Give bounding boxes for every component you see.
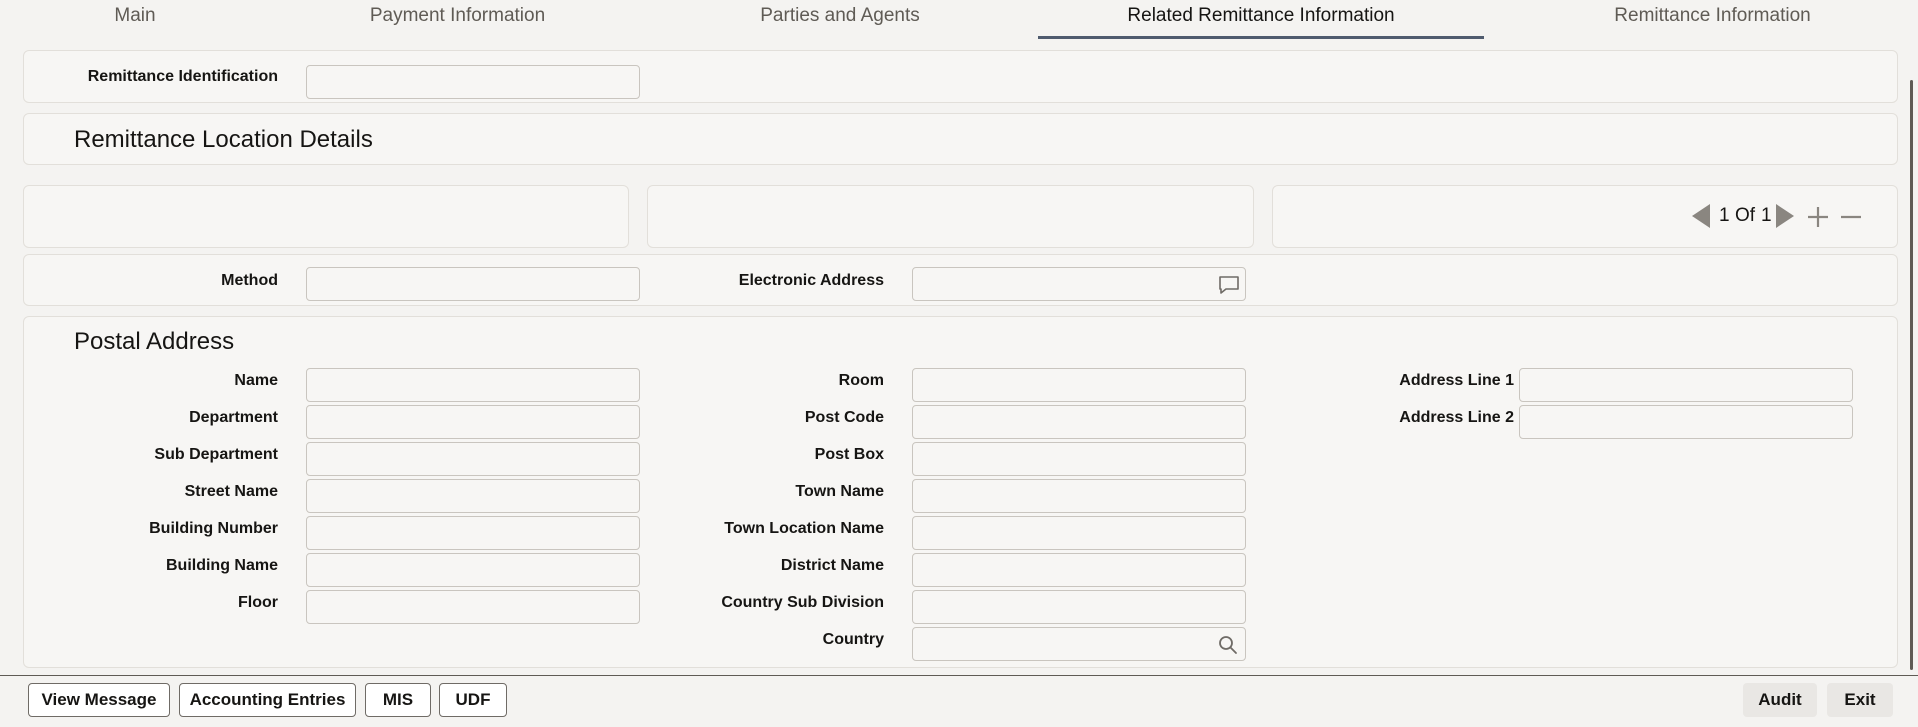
district-name-label: District Name bbox=[780, 557, 884, 574]
building-name-input[interactable] bbox=[306, 553, 640, 587]
location-subpanel-1 bbox=[23, 185, 629, 248]
address-line-1-input[interactable] bbox=[1519, 368, 1853, 402]
triangle-right-icon[interactable] bbox=[1774, 203, 1796, 229]
tab-payment-information[interactable]: Payment Information bbox=[340, 0, 575, 36]
address-line-2-input[interactable] bbox=[1519, 405, 1853, 439]
country-sub-division-label: Country Sub Division bbox=[721, 594, 884, 611]
building-number-input[interactable] bbox=[306, 516, 640, 550]
tab-parties-and-agents[interactable]: Parties and Agents bbox=[730, 0, 950, 36]
department-label: Department bbox=[189, 409, 278, 426]
exit-button[interactable]: Exit bbox=[1827, 683, 1893, 717]
town-name-input[interactable] bbox=[912, 479, 1246, 513]
town-name-label: Town Name bbox=[795, 483, 884, 500]
post-box-input[interactable] bbox=[912, 442, 1246, 476]
vertical-scrollbar[interactable] bbox=[1910, 80, 1913, 670]
view-message-button[interactable]: View Message bbox=[28, 683, 170, 717]
plus-icon[interactable] bbox=[1806, 205, 1830, 229]
remittance-identification-input[interactable] bbox=[306, 65, 640, 99]
chat-bubble-icon[interactable] bbox=[1218, 275, 1240, 295]
mis-button[interactable]: MIS bbox=[365, 683, 431, 717]
post-box-label: Post Box bbox=[814, 446, 884, 463]
floor-label: Floor bbox=[238, 594, 278, 611]
name-input[interactable] bbox=[306, 368, 640, 402]
room-input[interactable] bbox=[912, 368, 1246, 402]
minus-icon[interactable] bbox=[1839, 205, 1863, 229]
pagination-of-label: Of bbox=[1735, 205, 1756, 226]
accounting-entries-button[interactable]: Accounting Entries bbox=[179, 683, 356, 717]
street-name-label: Street Name bbox=[184, 483, 278, 500]
postal-address-title: Postal Address bbox=[74, 328, 235, 355]
pagination-current: 1 bbox=[1719, 205, 1730, 226]
location-subpanel-2 bbox=[647, 185, 1254, 248]
district-name-input[interactable] bbox=[912, 553, 1246, 587]
address-line-2-label: Address Line 2 bbox=[1399, 409, 1514, 426]
room-label: Room bbox=[838, 372, 884, 389]
remittance-identification-panel: Remittance Identification bbox=[23, 50, 1898, 103]
name-label: Name bbox=[234, 372, 278, 389]
location-pagination-panel: 1 Of 1 bbox=[1272, 185, 1898, 248]
method-panel: Method Electronic Address bbox=[23, 254, 1898, 306]
town-location-name-input[interactable] bbox=[912, 516, 1246, 550]
building-name-label: Building Name bbox=[165, 557, 278, 574]
sub-department-label: Sub Department bbox=[154, 446, 278, 463]
department-input[interactable] bbox=[306, 405, 640, 439]
post-code-label: Post Code bbox=[804, 409, 884, 426]
remittance-location-details-header: Remittance Location Details bbox=[23, 113, 1898, 165]
audit-button[interactable]: Audit bbox=[1743, 683, 1817, 717]
address-line-1-label: Address Line 1 bbox=[1399, 372, 1514, 389]
triangle-left-icon[interactable] bbox=[1690, 203, 1712, 229]
remittance-location-details-title: Remittance Location Details bbox=[74, 126, 373, 153]
tab-related-remittance-information[interactable]: Related Remittance Information bbox=[1038, 0, 1484, 39]
search-icon[interactable] bbox=[1218, 635, 1238, 655]
electronic-address-label: Electronic Address bbox=[738, 272, 884, 289]
building-number-label: Building Number bbox=[149, 520, 278, 537]
postal-address-panel: Postal Address Name Department Sub Depar… bbox=[23, 316, 1898, 668]
country-label: Country bbox=[822, 631, 884, 648]
country-input[interactable] bbox=[912, 627, 1246, 661]
electronic-address-input[interactable] bbox=[912, 267, 1246, 301]
sub-department-input[interactable] bbox=[306, 442, 640, 476]
remittance-identification-label: Remittance Identification bbox=[87, 68, 278, 85]
tab-main[interactable]: Main bbox=[80, 0, 190, 36]
post-code-input[interactable] bbox=[912, 405, 1246, 439]
street-name-input[interactable] bbox=[306, 479, 640, 513]
country-sub-division-input[interactable] bbox=[912, 590, 1246, 624]
udf-button[interactable]: UDF bbox=[439, 683, 507, 717]
tab-bar: Main Payment Information Parties and Age… bbox=[0, 0, 1918, 40]
town-location-name-label: Town Location Name bbox=[724, 520, 884, 537]
pagination-total: 1 bbox=[1761, 205, 1772, 226]
method-input[interactable] bbox=[306, 267, 640, 301]
tab-remittance-information[interactable]: Remittance Information bbox=[1590, 0, 1835, 36]
method-label: Method bbox=[221, 272, 278, 289]
floor-input[interactable] bbox=[306, 590, 640, 624]
